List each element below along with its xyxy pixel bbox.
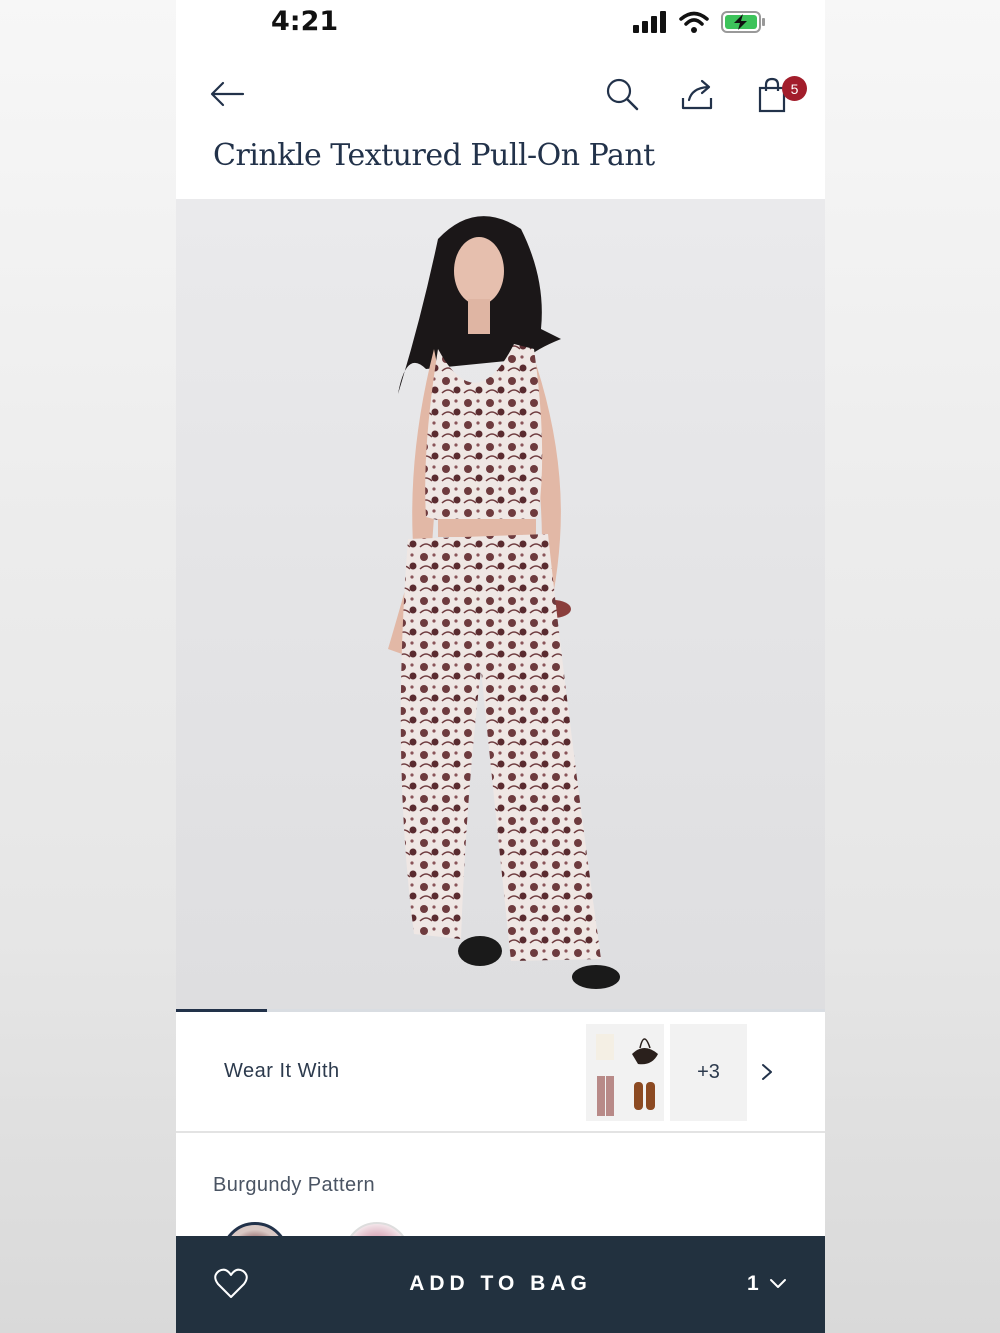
battery-charging-icon: [721, 11, 765, 33]
wifi-icon: [679, 11, 709, 33]
share-button[interactable]: [676, 74, 718, 114]
more-items-button[interactable]: +3: [670, 1024, 747, 1121]
cellular-signal-icon: [633, 11, 666, 33]
share-icon: [681, 79, 713, 110]
back-button[interactable]: [204, 74, 250, 114]
phone-screen: 4:21 5 Crinkle Textured Pull-On Pant Wea…: [176, 0, 825, 1333]
quantity-value: 1: [747, 1272, 759, 1295]
bottom-action-bar: ADD TO BAG 1: [176, 1236, 825, 1333]
search-button[interactable]: [602, 74, 642, 114]
chevron-down-icon: [769, 1279, 786, 1288]
outfit-items-image: [596, 1034, 658, 1116]
cart-count-badge: 5: [782, 76, 807, 101]
model-illustration: [176, 199, 825, 1010]
chevron-right-icon[interactable]: [760, 1062, 774, 1082]
product-title: Crinkle Textured Pull-On Pant: [213, 138, 655, 173]
status-time: 4:21: [271, 6, 339, 37]
wear-it-with-label: Wear It With: [224, 1060, 340, 1082]
quantity-selector[interactable]: 1: [747, 1272, 787, 1296]
status-icons: [633, 10, 767, 34]
product-image[interactable]: [176, 199, 825, 1010]
wear-it-with-row[interactable]: Wear It With +3: [176, 1012, 825, 1133]
back-arrow-icon: [210, 81, 245, 107]
add-to-bag-button[interactable]: ADD TO BAG: [176, 1272, 825, 1296]
search-icon: [606, 78, 639, 111]
outfit-thumbnail[interactable]: [586, 1024, 664, 1121]
color-name-label: Burgundy Pattern: [213, 1174, 376, 1196]
